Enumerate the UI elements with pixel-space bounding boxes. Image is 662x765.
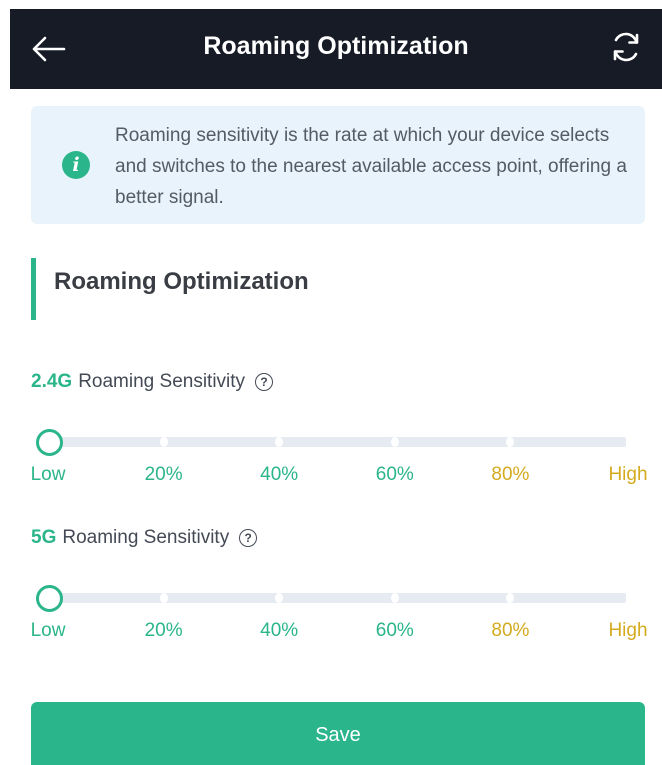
help-icon[interactable]: ? — [255, 373, 274, 391]
slider-tick — [159, 437, 168, 447]
slider-track — [48, 437, 626, 447]
section-accent-bar — [31, 258, 36, 320]
slider-2g-label: 2.4G Roaming Sensitivity ? — [31, 371, 274, 393]
slider-tick — [159, 593, 168, 603]
sensitivity-label: Roaming Sensitivity — [62, 527, 230, 548]
tick-label: 40% — [260, 620, 299, 641]
page-title: Roaming Optimization — [203, 32, 469, 60]
tick-label: 20% — [144, 620, 183, 641]
info-text: Roaming sensitivity is the rate at which… — [115, 125, 627, 208]
tick-label: 80% — [491, 464, 530, 485]
header-bar: Roaming Optimization — [10, 9, 662, 89]
tick-label: Low — [30, 620, 66, 641]
slider-tick — [390, 593, 399, 603]
tick-label: 60% — [375, 464, 414, 485]
info-icon: i — [62, 151, 90, 179]
sensitivity-label: Roaming Sensitivity — [78, 371, 246, 392]
slider-5g-label: 5G Roaming Sensitivity ? — [31, 527, 258, 549]
tick-label: 40% — [260, 464, 299, 485]
sensitivity-slider-2g[interactable] — [36, 427, 626, 457]
tick-label: 60% — [375, 620, 414, 641]
refresh-icon — [613, 32, 639, 62]
tick-label: High — [608, 464, 648, 485]
slider-tick — [390, 437, 399, 447]
tick-label: High — [608, 620, 648, 641]
section-title: Roaming Optimization — [54, 268, 309, 295]
back-button[interactable] — [26, 27, 70, 71]
tick-label: Low — [30, 464, 66, 485]
slider-track — [48, 593, 626, 603]
tick-label: 80% — [491, 620, 530, 641]
info-banner: i Roaming sensitivity is the rate at whi… — [31, 106, 645, 224]
save-button[interactable]: Save — [31, 702, 645, 765]
slider-thumb[interactable] — [36, 585, 63, 612]
band-label: 2.4G — [31, 371, 73, 392]
arrow-left-icon — [32, 36, 66, 62]
refresh-button[interactable] — [604, 25, 648, 69]
tick-label: 20% — [144, 464, 183, 485]
sensitivity-slider-5g[interactable] — [36, 583, 626, 613]
help-icon[interactable]: ? — [239, 529, 258, 547]
slider-thumb[interactable] — [36, 429, 63, 456]
roaming-optimization-screen: Roaming Optimization i Roaming sensitivi… — [0, 0, 662, 765]
band-label: 5G — [31, 527, 57, 548]
